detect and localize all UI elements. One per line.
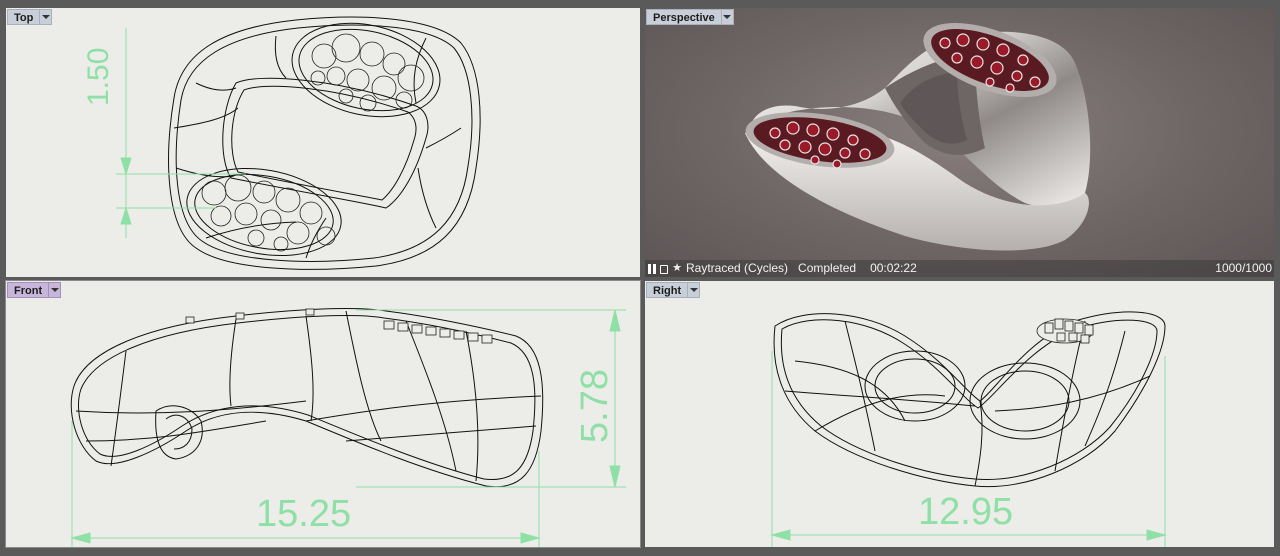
viewport-label: Right xyxy=(646,282,689,298)
pause-icon[interactable] xyxy=(652,263,656,274)
viewport-tab-top[interactable]: Top xyxy=(7,9,53,25)
viewport-label: Top xyxy=(7,9,41,25)
render-controls[interactable]: ★ xyxy=(648,260,682,277)
dimension-label-width: 12.95 xyxy=(918,491,1014,533)
render-mode: Raytraced (Cycles) xyxy=(686,261,789,275)
star-icon[interactable]: ★ xyxy=(672,260,682,277)
viewport-label: Perspective xyxy=(646,9,722,25)
pause-icon[interactable] xyxy=(648,263,651,274)
viewport-tab-perspective[interactable]: Perspective xyxy=(646,9,734,25)
render-samples: 1000/1000 xyxy=(1215,261,1272,275)
render-state: Completed xyxy=(798,261,857,275)
dropdown-arrow-icon[interactable] xyxy=(40,9,53,25)
lock-icon[interactable] xyxy=(659,265,669,274)
viewport-front[interactable]: Front 15.25 5.78 xyxy=(5,280,641,548)
viewport-label: Front xyxy=(7,282,50,298)
render-time: 00:02:22 xyxy=(870,261,917,275)
dimension-label-width: 15.25 xyxy=(256,493,352,535)
render-status-bar: ★ Raytraced (Cycles) Completed 00:02:22 … xyxy=(645,260,1274,277)
viewport-right[interactable]: Right 12.95 xyxy=(645,281,1274,547)
dropdown-arrow-icon[interactable] xyxy=(49,282,62,298)
dropdown-arrow-icon[interactable] xyxy=(721,9,734,25)
viewport-top[interactable]: Top 1.50 xyxy=(6,8,640,277)
viewport-perspective[interactable]: Perspective ★ Raytraced (Cycles) Complet… xyxy=(645,8,1274,277)
viewport-tab-right[interactable]: Right xyxy=(646,282,701,298)
rendered-ring xyxy=(745,23,1091,251)
dimension-label-vertical: 1.50 xyxy=(82,47,115,106)
dropdown-arrow-icon[interactable] xyxy=(688,282,701,298)
viewport-tab-front[interactable]: Front xyxy=(7,282,62,298)
dimension-label-height: 5.78 xyxy=(574,369,616,443)
